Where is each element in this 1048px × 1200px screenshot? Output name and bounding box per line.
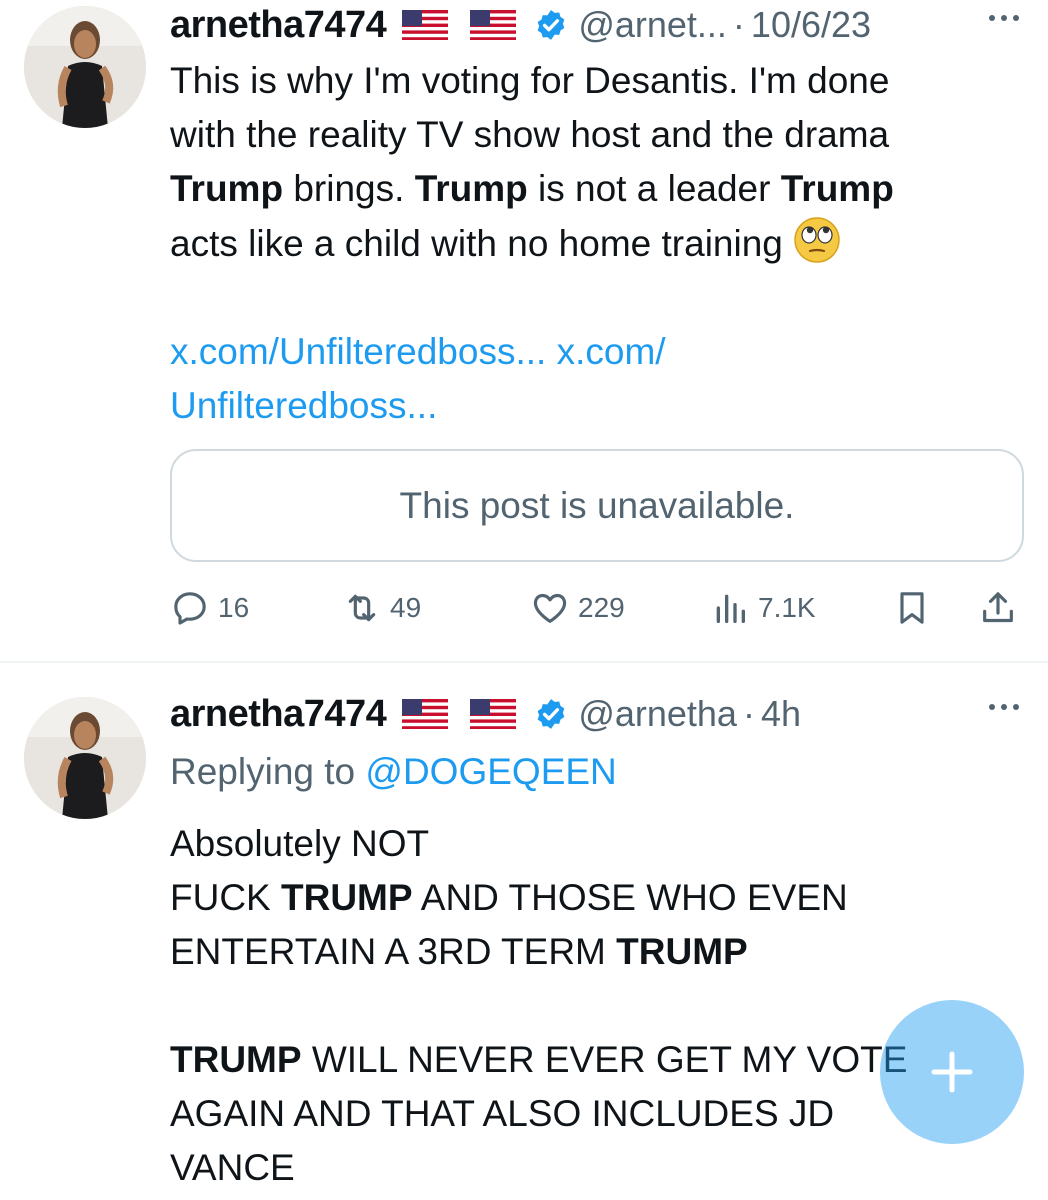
text-line: ENTERTAIN A 3RD TERM TRUMP bbox=[170, 925, 1024, 979]
avatar[interactable] bbox=[24, 6, 146, 128]
bookmark-button[interactable] bbox=[892, 586, 932, 630]
action-bar: 16 49 229 7.1K bbox=[170, 586, 1024, 630]
more-icon[interactable] bbox=[986, 8, 1022, 28]
retweet-icon bbox=[342, 588, 382, 628]
views-icon bbox=[710, 588, 750, 628]
handle[interactable]: @arnetha bbox=[578, 693, 737, 735]
share-icon bbox=[978, 588, 1018, 628]
like-button[interactable]: 229 bbox=[530, 586, 625, 630]
replying-to: Replying to @DOGEQEEN bbox=[170, 751, 617, 793]
text-line: FUCK TRUMP AND THOSE WHO EVEN bbox=[170, 871, 1024, 925]
bookmark-icon bbox=[892, 588, 932, 628]
text-line: Trump brings. Trump is not a leader Trum… bbox=[170, 162, 1024, 216]
reply-count: 16 bbox=[218, 592, 250, 623]
verified-badge-icon[interactable] bbox=[534, 8, 568, 42]
tweet-text: Absolutely NOT FUCK TRUMP AND THOSE WHO … bbox=[170, 817, 1024, 1195]
text-line: This is why I'm voting for Desantis. I'm… bbox=[170, 60, 890, 101]
plus-icon bbox=[922, 1042, 982, 1102]
compose-button[interactable] bbox=[880, 1000, 1024, 1144]
bold-text: Trump bbox=[414, 168, 528, 209]
quote-text: This post is unavailable. bbox=[399, 484, 795, 526]
tweet-2[interactable]: arnetha7474 @arnetha · 4h Replying to @D… bbox=[0, 663, 1048, 1200]
bold-text: TRUMP bbox=[170, 1039, 302, 1080]
text-span: WILL NEVER EVER GET MY VOTE bbox=[301, 1039, 908, 1080]
reply-icon bbox=[170, 588, 210, 628]
timestamp[interactable]: 10/6/23 bbox=[751, 4, 871, 46]
bold-text: Trump bbox=[170, 168, 284, 209]
text-span: FUCK bbox=[170, 877, 281, 918]
like-count: 229 bbox=[578, 592, 625, 623]
tweet-header: arnetha7474 @arnetha · 4h bbox=[170, 689, 1024, 739]
view-count: 7.1K bbox=[758, 592, 816, 623]
text-line: acts like a child with no home training bbox=[170, 216, 1024, 271]
display-name[interactable]: arnetha7474 bbox=[170, 4, 387, 47]
quoted-post-unavailable: This post is unavailable. bbox=[170, 449, 1024, 562]
handle[interactable]: @arnet... bbox=[578, 4, 727, 46]
heart-icon bbox=[530, 588, 570, 628]
share-button[interactable] bbox=[978, 586, 1018, 630]
separator-dot: · bbox=[742, 693, 755, 734]
views-button[interactable]: 7.1K bbox=[710, 586, 816, 630]
text-span: brings. bbox=[283, 168, 415, 209]
verified-badge-icon[interactable] bbox=[534, 697, 568, 731]
timestamp[interactable]: 4h bbox=[761, 693, 801, 735]
bold-text: TRUMP bbox=[281, 877, 413, 918]
separator-dot: · bbox=[732, 4, 745, 45]
retweet-count: 49 bbox=[390, 592, 422, 623]
us-flag-icon bbox=[470, 10, 517, 40]
retweet-button[interactable]: 49 bbox=[342, 586, 421, 630]
text-line: with the reality TV show host and the dr… bbox=[170, 114, 890, 155]
us-flag-icon bbox=[402, 10, 449, 40]
more-icon[interactable] bbox=[986, 697, 1022, 717]
text-line: VANCE bbox=[170, 1147, 295, 1188]
text-line: Absolutely NOT bbox=[170, 823, 430, 864]
link-text[interactable]: Unfilteredboss... bbox=[170, 379, 1024, 433]
bold-text: TRUMP bbox=[616, 931, 748, 972]
replying-prefix: Replying to bbox=[170, 751, 366, 792]
replying-to-handle[interactable]: @DOGEQEEN bbox=[365, 751, 616, 792]
reply-button[interactable]: 16 bbox=[170, 586, 249, 630]
us-flag-icon bbox=[470, 699, 517, 729]
tweet-text: This is why I'm voting for Desantis. I'm… bbox=[170, 54, 1024, 433]
link-text[interactable]: x.com/Unfilteredboss... x.com/ bbox=[170, 325, 1024, 379]
text-span: ENTERTAIN A 3RD TERM bbox=[170, 931, 617, 972]
tweet-header: arnetha7474 @arnet... · 10/6/23 bbox=[170, 0, 1024, 50]
us-flag-icon bbox=[402, 699, 449, 729]
avatar[interactable] bbox=[24, 697, 146, 819]
tweet-1[interactable]: arnetha7474 @arnet... · 10/6/23 This is … bbox=[0, 0, 1048, 662]
text-span: is not a leader bbox=[527, 168, 781, 209]
text-span: acts like a child with no home training bbox=[170, 223, 783, 264]
text-span: AND THOSE WHO EVEN bbox=[412, 877, 848, 918]
bold-text: Trump bbox=[780, 168, 894, 209]
rolling-eyes-emoji-icon bbox=[793, 216, 841, 264]
display-name[interactable]: arnetha7474 bbox=[170, 693, 387, 736]
